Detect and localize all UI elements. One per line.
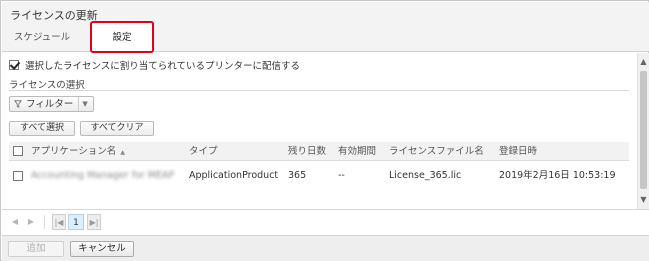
settings-panel: 選択したライセンスに割り当てられているプリンターに配信する ライセンスの選択 フ… bbox=[2, 53, 649, 209]
filter-icon bbox=[14, 100, 22, 108]
first-page-icon[interactable]: |◀ bbox=[52, 214, 66, 230]
last-page-icon[interactable]: ▶| bbox=[87, 214, 101, 230]
dialog-footer: 追加 キャンセル bbox=[2, 235, 649, 261]
column-header-type[interactable]: タイプ bbox=[189, 142, 218, 161]
cancel-button[interactable]: キャンセル bbox=[70, 241, 134, 257]
cell-license-file: License_365.lic bbox=[389, 170, 462, 181]
scroll-thumb[interactable] bbox=[640, 71, 647, 189]
column-header-license-file[interactable]: ライセンスファイル名 bbox=[389, 142, 484, 161]
distribute-label: 選択したライセンスに割り当てられているプリンターに配信する bbox=[25, 61, 301, 72]
cell-application: Accounting Manager for MEAP bbox=[31, 170, 175, 181]
section-divider bbox=[9, 90, 629, 91]
pagination: ◀ ▶ |◀ 1 ▶| bbox=[2, 209, 649, 235]
filter-label: フィルター bbox=[26, 98, 74, 110]
cell-remaining-days: 365 bbox=[288, 170, 307, 181]
chevron-down-icon: ▼ bbox=[78, 97, 88, 111]
column-header-remaining-days[interactable]: 残り日数 bbox=[288, 142, 326, 161]
tab-strip: スケジュール 設定 bbox=[2, 21, 649, 53]
column-header-application[interactable]: アプリケーション名 ▲ bbox=[31, 142, 125, 161]
license-selection-heading: ライセンスの選択 bbox=[9, 80, 85, 91]
window-title: ライセンスの更新 bbox=[10, 9, 98, 22]
cell-registered: 2019年2月16日 10:53:19 bbox=[499, 170, 616, 181]
row-checkbox[interactable] bbox=[13, 171, 23, 181]
scroll-up-icon[interactable]: ▲ bbox=[638, 55, 649, 69]
current-page-button[interactable]: 1 bbox=[68, 214, 84, 230]
column-header-validity[interactable]: 有効期間 bbox=[338, 142, 376, 161]
prev-page-icon[interactable]: ◀ bbox=[8, 214, 22, 230]
scroll-down-icon[interactable]: ▼ bbox=[638, 193, 649, 207]
column-header-application-label: アプリケーション名 bbox=[31, 146, 117, 157]
distribute-checkbox[interactable] bbox=[9, 60, 19, 70]
select-all-button[interactable]: すべて選択 bbox=[9, 121, 75, 136]
table-row[interactable]: Accounting Manager for MEAP ApplicationP… bbox=[9, 165, 629, 187]
filter-button[interactable]: フィルター ▼ bbox=[9, 96, 94, 112]
vertical-scrollbar[interactable]: ▲ ▼ bbox=[637, 53, 649, 209]
sort-ascending-icon: ▲ bbox=[120, 149, 125, 156]
table-header: アプリケーション名 ▲ タイプ 残り日数 有効期間 ライセンスファイル名 登録日時 bbox=[9, 142, 629, 161]
dialog-window: ライセンスの更新 スケジュール 設定 選択したライセンスに割り当てられているプリ… bbox=[0, 0, 649, 261]
select-all-rows-checkbox[interactable] bbox=[13, 146, 23, 156]
cell-type: ApplicationProduct bbox=[189, 170, 279, 181]
add-button[interactable]: 追加 bbox=[8, 241, 64, 257]
distribute-option[interactable]: 選択したライセンスに割り当てられているプリンターに配信する bbox=[9, 58, 300, 72]
clear-all-button[interactable]: すべてクリア bbox=[80, 121, 154, 136]
pager-divider bbox=[44, 215, 45, 229]
tab-schedule[interactable]: スケジュール bbox=[4, 24, 80, 52]
cell-validity: -- bbox=[338, 170, 345, 181]
column-header-registered[interactable]: 登録日時 bbox=[499, 142, 537, 161]
tab-settings[interactable]: 設定 bbox=[90, 21, 154, 53]
next-page-icon[interactable]: ▶ bbox=[24, 214, 38, 230]
